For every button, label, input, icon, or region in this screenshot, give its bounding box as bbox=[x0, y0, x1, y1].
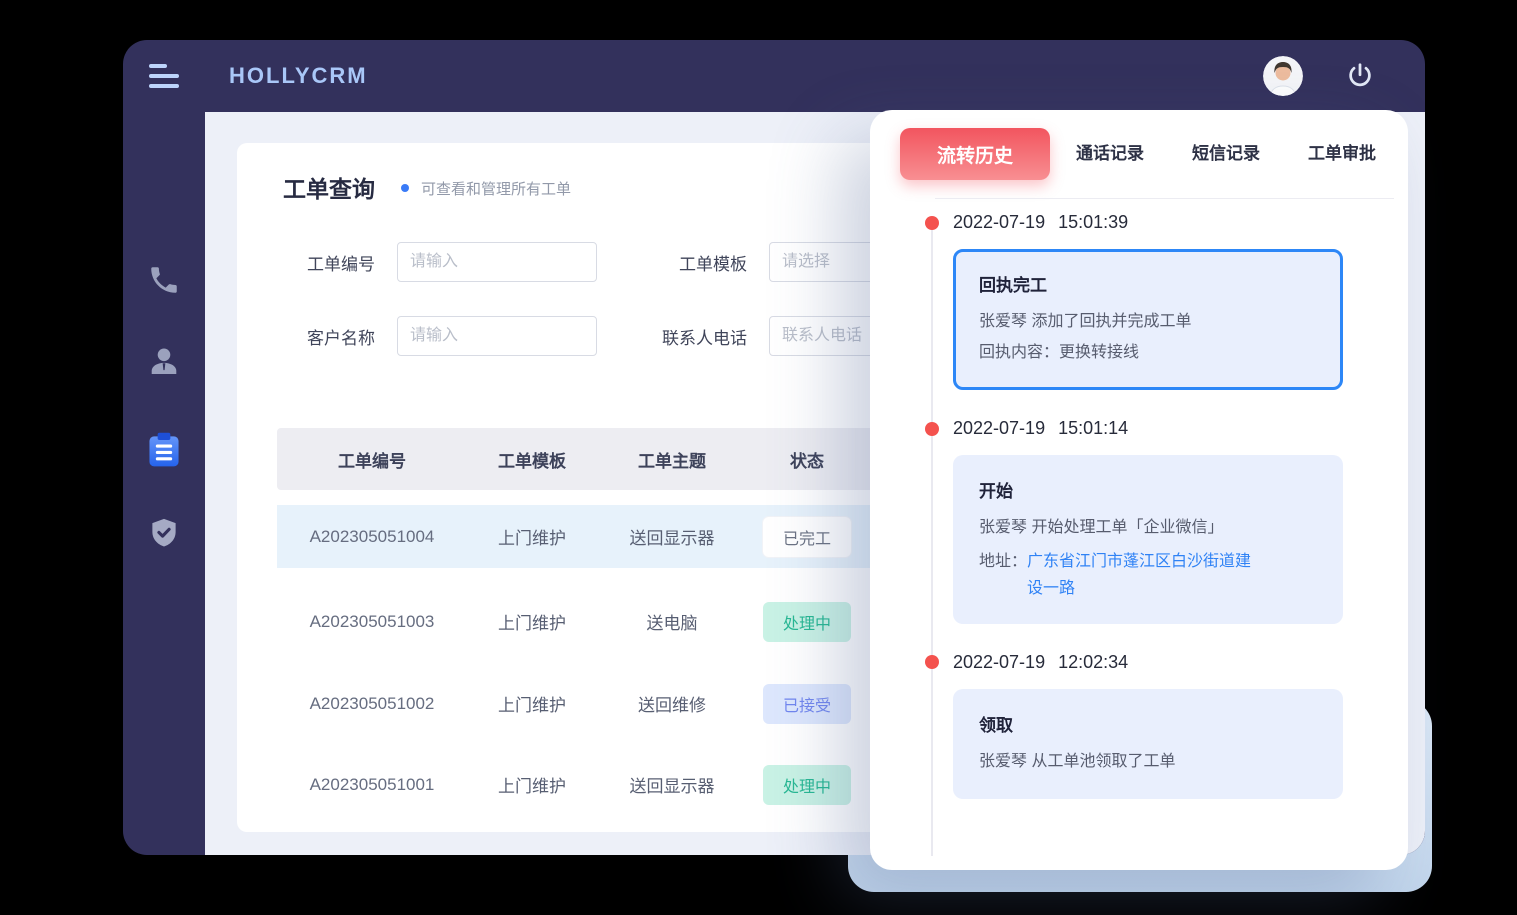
status-badge: 已接受 bbox=[763, 684, 851, 724]
tabs-divider bbox=[935, 198, 1394, 199]
tab-call-records[interactable]: 通话记录 bbox=[1054, 128, 1166, 180]
address-label: 地址： bbox=[979, 548, 1027, 602]
timeline-card-start[interactable]: 开始 张爱琴 开始处理工单「企业微信」 地址： 广东省江门市蓬江区白沙街道建设一… bbox=[953, 455, 1343, 624]
sidebar-item-security[interactable] bbox=[140, 509, 188, 557]
col-header-order-id: 工单编号 bbox=[338, 447, 406, 472]
timeline-card-line: 回执内容：更换转接线 bbox=[979, 337, 1317, 368]
timeline-card-receipt-complete[interactable]: 回执完工 张爱琴 添加了回执并完成工单 回执内容：更换转接线 bbox=[953, 249, 1343, 390]
status-badge: 已完工 bbox=[763, 517, 851, 557]
top-bar: HOLLYCRM bbox=[123, 40, 1425, 112]
order-id-input[interactable] bbox=[397, 242, 597, 282]
workorder-detail-panel: 流转历史 通话记录 短信记录 工单审批 2022-07-19 15:01:39 … bbox=[870, 110, 1408, 870]
cell-order-id: A202305051001 bbox=[310, 775, 435, 795]
timeline-dot-icon bbox=[925, 422, 939, 436]
panel-tabs: 流转历史 通话记录 短信记录 工单审批 bbox=[900, 128, 1398, 180]
contacts-icon bbox=[146, 344, 182, 380]
col-header-subject: 工单主题 bbox=[638, 447, 706, 472]
app-brand: HOLLYCRM bbox=[229, 63, 368, 89]
cell-template: 上门维护 bbox=[498, 609, 566, 634]
cell-template: 上门维护 bbox=[498, 524, 566, 549]
timeline-entry: 2022-07-19 12:02:34 领取 张爱琴 从工单池领取了工单 bbox=[925, 652, 1375, 799]
col-header-status: 状态 bbox=[790, 447, 824, 472]
page-header: 工单查询 可查看和管理所有工单 bbox=[283, 170, 571, 204]
timeline-dot-icon bbox=[925, 655, 939, 669]
timeline-entry-header: 2022-07-19 15:01:39 bbox=[925, 212, 1375, 233]
menu-icon[interactable] bbox=[123, 64, 205, 88]
circulation-timeline: 2022-07-19 15:01:39 回执完工 张爱琴 添加了回执并完成工单 … bbox=[925, 212, 1375, 856]
security-shield-icon bbox=[147, 516, 181, 550]
tab-workorder-approval[interactable]: 工单审批 bbox=[1286, 128, 1398, 180]
cell-template: 上门维护 bbox=[498, 772, 566, 797]
field-label-contact-phone: 联系人电话 bbox=[637, 324, 747, 349]
page-title: 工单查询 bbox=[283, 170, 375, 204]
power-icon[interactable] bbox=[1345, 61, 1375, 91]
phone-icon bbox=[147, 263, 181, 297]
address-link[interactable]: 广东省江门市蓬江区白沙街道建设一路 bbox=[1027, 548, 1265, 602]
timeline-entry-header: 2022-07-19 12:02:34 bbox=[925, 652, 1375, 673]
cell-order-id: A202305051004 bbox=[310, 527, 435, 547]
cell-subject: 送回显示器 bbox=[630, 772, 715, 797]
timeline-card-title: 开始 bbox=[979, 477, 1317, 502]
tab-sms-records[interactable]: 短信记录 bbox=[1170, 128, 1282, 180]
timeline-card-line: 张爱琴 从工单池领取了工单 bbox=[979, 746, 1317, 777]
status-badge: 处理中 bbox=[763, 602, 851, 642]
cell-order-id: A202305051002 bbox=[310, 694, 435, 714]
avatar[interactable] bbox=[1263, 56, 1303, 96]
field-label-order-id: 工单编号 bbox=[283, 250, 375, 275]
timeline-timestamp: 2022-07-19 12:02:34 bbox=[953, 652, 1128, 673]
cell-subject: 送回显示器 bbox=[630, 524, 715, 549]
status-badge: 处理中 bbox=[763, 765, 851, 805]
timeline-entry: 2022-07-19 15:01:39 回执完工 张爱琴 添加了回执并完成工单 … bbox=[925, 212, 1375, 390]
timeline-entry: 2022-07-19 15:01:14 开始 张爱琴 开始处理工单「企业微信」 … bbox=[925, 418, 1375, 624]
field-label-customer: 客户名称 bbox=[283, 324, 375, 349]
page-subtitle: 可查看和管理所有工单 bbox=[421, 178, 571, 199]
timeline-card-line: 张爱琴 开始处理工单「企业微信」 bbox=[979, 512, 1317, 543]
address-row: 地址： 广东省江门市蓬江区白沙街道建设一路 bbox=[979, 548, 1317, 602]
timeline-dot-icon bbox=[925, 216, 939, 230]
col-header-template: 工单模板 bbox=[498, 447, 566, 472]
sidebar-item-calls[interactable] bbox=[140, 256, 188, 304]
cell-subject: 送电脑 bbox=[647, 609, 698, 634]
timeline-timestamp: 2022-07-19 15:01:39 bbox=[953, 212, 1128, 233]
timeline-timestamp: 2022-07-19 15:01:14 bbox=[953, 418, 1128, 439]
sidebar-item-workorders[interactable] bbox=[140, 426, 188, 474]
sidebar-item-contacts[interactable] bbox=[140, 338, 188, 386]
cell-order-id: A202305051003 bbox=[310, 612, 435, 632]
timeline-entry-header: 2022-07-19 15:01:14 bbox=[925, 418, 1375, 439]
sidebar-nav bbox=[123, 112, 205, 855]
timeline-card-title: 回执完工 bbox=[979, 271, 1317, 296]
screenshot-canvas: HOLLYCRM bbox=[0, 0, 1517, 915]
tab-circulation-history[interactable]: 流转历史 bbox=[900, 128, 1050, 180]
workorder-clipboard-icon bbox=[144, 430, 184, 470]
customer-name-input[interactable] bbox=[397, 316, 597, 356]
cell-template: 上门维护 bbox=[498, 691, 566, 716]
timeline-card-claim[interactable]: 领取 张爱琴 从工单池领取了工单 bbox=[953, 689, 1343, 799]
cell-subject: 送回维修 bbox=[638, 691, 706, 716]
timeline-card-line: 张爱琴 添加了回执并完成工单 bbox=[979, 306, 1317, 337]
field-label-template: 工单模板 bbox=[637, 250, 747, 275]
timeline-card-title: 领取 bbox=[979, 711, 1317, 736]
dot-separator-icon bbox=[401, 184, 409, 192]
